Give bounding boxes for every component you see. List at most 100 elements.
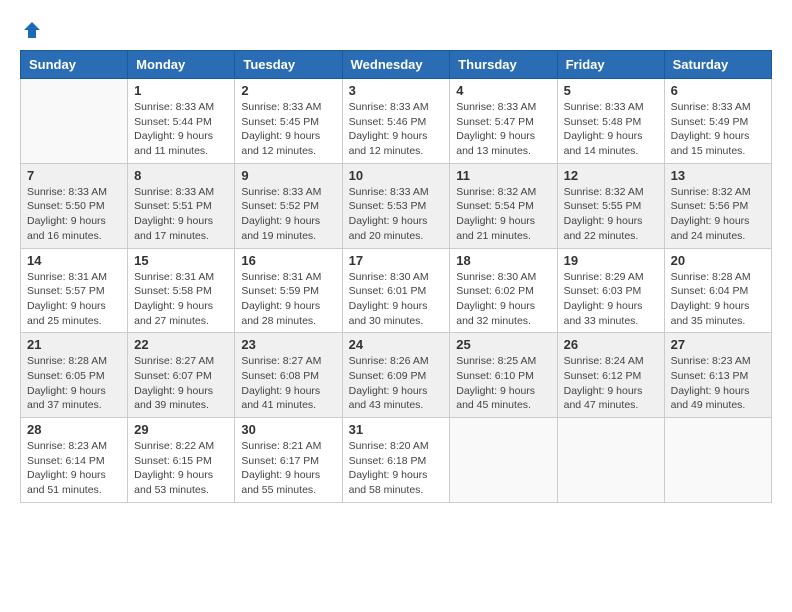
header — [20, 20, 772, 40]
day-info: Sunrise: 8:27 AM Sunset: 6:07 PM Dayligh… — [134, 354, 228, 413]
calendar-cell: 4Sunrise: 8:33 AM Sunset: 5:47 PM Daylig… — [450, 79, 557, 164]
day-number: 9 — [241, 168, 335, 183]
calendar-cell: 11Sunrise: 8:32 AM Sunset: 5:54 PM Dayli… — [450, 163, 557, 248]
calendar-table: SundayMondayTuesdayWednesdayThursdayFrid… — [20, 50, 772, 503]
calendar-cell: 22 Sunrise: 8:27 AM Sunset: 6:07 PM Dayli… — [128, 333, 235, 418]
calendar-cell: 10 Sunrise: 8:33 AM Sunset: 5:53 PM Dayli… — [342, 163, 450, 248]
calendar-cell: 9 Sunrise: 8:33 AM Sunset: 5:52 PM Daylig… — [235, 163, 342, 248]
day-info: Sunrise: 8:28 AM Sunset: 6:04 PM Dayligh… — [671, 270, 765, 329]
calendar-week-row: 14Sunrise: 8:31 AM Sunset: 5:57 PM Dayli… — [21, 248, 772, 333]
calendar-cell: 2 Sunrise: 8:33 AM Sunset: 5:45 PM Daylig… — [235, 79, 342, 164]
day-info: Sunrise: 8:20 AM Sunset: 6:18 PM Dayligh… — [349, 439, 444, 498]
day-info: Sunrise: 8:26 AM Sunset: 6:09 PM Dayligh… — [349, 354, 444, 413]
day-info: Sunrise: 8:27 AM Sunset: 6:08 PM Dayligh… — [241, 354, 335, 413]
day-info: Sunrise: 8:33 AM Sunset: 5:44 PM Dayligh… — [134, 100, 228, 159]
weekday-header-row: SundayMondayTuesdayWednesdayThursdayFrid… — [21, 51, 772, 79]
day-number: 21 — [27, 337, 121, 352]
day-number: 20 — [671, 253, 765, 268]
calendar-cell: 13 Sunrise: 8:32 AM Sunset: 5:56 PM Dayli… — [664, 163, 771, 248]
calendar-cell: 19 Sunrise: 8:29 AM Sunset: 6:03 PM Dayli… — [557, 248, 664, 333]
day-number: 22 — [134, 337, 228, 352]
day-number: 8 — [134, 168, 228, 183]
day-info: Sunrise: 8:24 AM Sunset: 6:12 PM Dayligh… — [564, 354, 658, 413]
day-number: 1 — [134, 83, 228, 98]
calendar-cell: 28 Sunrise: 8:23 AM Sunset: 6:14 PM Dayli… — [21, 418, 128, 503]
day-number: 13 — [671, 168, 765, 183]
weekday-thursday: Thursday — [450, 51, 557, 79]
day-number: 19 — [564, 253, 658, 268]
weekday-saturday: Saturday — [664, 51, 771, 79]
day-number: 7 — [27, 168, 121, 183]
calendar-cell — [664, 418, 771, 503]
calendar-body: 1 Sunrise: 8:33 AM Sunset: 5:44 PM Daylig… — [21, 79, 772, 503]
calendar-cell: 27Sunrise: 8:23 AM Sunset: 6:13 PM Dayli… — [664, 333, 771, 418]
calendar-cell: 5 Sunrise: 8:33 AM Sunset: 5:48 PM Daylig… — [557, 79, 664, 164]
calendar-cell: 21 Sunrise: 8:28 AM Sunset: 6:05 PM Dayli… — [21, 333, 128, 418]
calendar-week-row: 21 Sunrise: 8:28 AM Sunset: 6:05 PM Dayli… — [21, 333, 772, 418]
day-info: Sunrise: 8:30 AM Sunset: 6:01 PM Dayligh… — [349, 270, 444, 329]
day-info: Sunrise: 8:33 AM Sunset: 5:49 PM Dayligh… — [671, 100, 765, 159]
calendar-cell: 8 Sunrise: 8:33 AM Sunset: 5:51 PM Daylig… — [128, 163, 235, 248]
day-info: Sunrise: 8:33 AM Sunset: 5:46 PM Dayligh… — [349, 100, 444, 159]
calendar-cell: 12 Sunrise: 8:32 AM Sunset: 5:55 PM Dayli… — [557, 163, 664, 248]
calendar-cell: 18 Sunrise: 8:30 AM Sunset: 6:02 PM Dayli… — [450, 248, 557, 333]
logo-icon — [22, 20, 42, 40]
day-info: Sunrise: 8:33 AM Sunset: 5:51 PM Dayligh… — [134, 185, 228, 244]
day-info: Sunrise: 8:33 AM Sunset: 5:48 PM Dayligh… — [564, 100, 658, 159]
calendar-week-row: 7Sunrise: 8:33 AM Sunset: 5:50 PM Daylig… — [21, 163, 772, 248]
day-number: 15 — [134, 253, 228, 268]
calendar-cell: 20 Sunrise: 8:28 AM Sunset: 6:04 PM Dayli… — [664, 248, 771, 333]
day-info: Sunrise: 8:31 AM Sunset: 5:58 PM Dayligh… — [134, 270, 228, 329]
day-number: 4 — [456, 83, 550, 98]
day-number: 12 — [564, 168, 658, 183]
day-number: 29 — [134, 422, 228, 437]
calendar-cell — [21, 79, 128, 164]
calendar-cell: 31 Sunrise: 8:20 AM Sunset: 6:18 PM Dayli… — [342, 418, 450, 503]
day-info: Sunrise: 8:31 AM Sunset: 5:57 PM Dayligh… — [27, 270, 121, 329]
day-info: Sunrise: 8:23 AM Sunset: 6:13 PM Dayligh… — [671, 354, 765, 413]
calendar-cell: 14Sunrise: 8:31 AM Sunset: 5:57 PM Dayli… — [21, 248, 128, 333]
calendar-cell — [450, 418, 557, 503]
day-number: 30 — [241, 422, 335, 437]
calendar-cell: 15 Sunrise: 8:31 AM Sunset: 5:58 PM Dayli… — [128, 248, 235, 333]
day-info: Sunrise: 8:22 AM Sunset: 6:15 PM Dayligh… — [134, 439, 228, 498]
day-info: Sunrise: 8:29 AM Sunset: 6:03 PM Dayligh… — [564, 270, 658, 329]
calendar-cell: 7Sunrise: 8:33 AM Sunset: 5:50 PM Daylig… — [21, 163, 128, 248]
day-info: Sunrise: 8:28 AM Sunset: 6:05 PM Dayligh… — [27, 354, 121, 413]
day-info: Sunrise: 8:31 AM Sunset: 5:59 PM Dayligh… — [241, 270, 335, 329]
day-number: 17 — [349, 253, 444, 268]
day-info: Sunrise: 8:32 AM Sunset: 5:56 PM Dayligh… — [671, 185, 765, 244]
day-number: 2 — [241, 83, 335, 98]
weekday-tuesday: Tuesday — [235, 51, 342, 79]
day-info: Sunrise: 8:33 AM Sunset: 5:52 PM Dayligh… — [241, 185, 335, 244]
day-number: 24 — [349, 337, 444, 352]
calendar-cell: 1 Sunrise: 8:33 AM Sunset: 5:44 PM Daylig… — [128, 79, 235, 164]
calendar-cell: 29 Sunrise: 8:22 AM Sunset: 6:15 PM Dayli… — [128, 418, 235, 503]
calendar-cell: 6 Sunrise: 8:33 AM Sunset: 5:49 PM Daylig… — [664, 79, 771, 164]
calendar-cell: 17 Sunrise: 8:30 AM Sunset: 6:01 PM Dayli… — [342, 248, 450, 333]
day-info: Sunrise: 8:33 AM Sunset: 5:53 PM Dayligh… — [349, 185, 444, 244]
calendar-cell: 3Sunrise: 8:33 AM Sunset: 5:46 PM Daylig… — [342, 79, 450, 164]
day-number: 10 — [349, 168, 444, 183]
calendar-cell — [557, 418, 664, 503]
day-number: 31 — [349, 422, 444, 437]
calendar-week-row: 28 Sunrise: 8:23 AM Sunset: 6:14 PM Dayli… — [21, 418, 772, 503]
calendar-cell: 16 Sunrise: 8:31 AM Sunset: 5:59 PM Dayli… — [235, 248, 342, 333]
day-number: 23 — [241, 337, 335, 352]
day-number: 25 — [456, 337, 550, 352]
day-number: 28 — [27, 422, 121, 437]
calendar-cell: 23 Sunrise: 8:27 AM Sunset: 6:08 PM Dayli… — [235, 333, 342, 418]
day-number: 6 — [671, 83, 765, 98]
day-number: 16 — [241, 253, 335, 268]
day-info: Sunrise: 8:33 AM Sunset: 5:45 PM Dayligh… — [241, 100, 335, 159]
calendar-week-row: 1 Sunrise: 8:33 AM Sunset: 5:44 PM Daylig… — [21, 79, 772, 164]
day-info: Sunrise: 8:21 AM Sunset: 6:17 PM Dayligh… — [241, 439, 335, 498]
day-number: 5 — [564, 83, 658, 98]
day-info: Sunrise: 8:30 AM Sunset: 6:02 PM Dayligh… — [456, 270, 550, 329]
day-number: 18 — [456, 253, 550, 268]
weekday-monday: Monday — [128, 51, 235, 79]
day-info: Sunrise: 8:23 AM Sunset: 6:14 PM Dayligh… — [27, 439, 121, 498]
day-info: Sunrise: 8:32 AM Sunset: 5:55 PM Dayligh… — [564, 185, 658, 244]
day-info: Sunrise: 8:25 AM Sunset: 6:10 PM Dayligh… — [456, 354, 550, 413]
day-number: 26 — [564, 337, 658, 352]
